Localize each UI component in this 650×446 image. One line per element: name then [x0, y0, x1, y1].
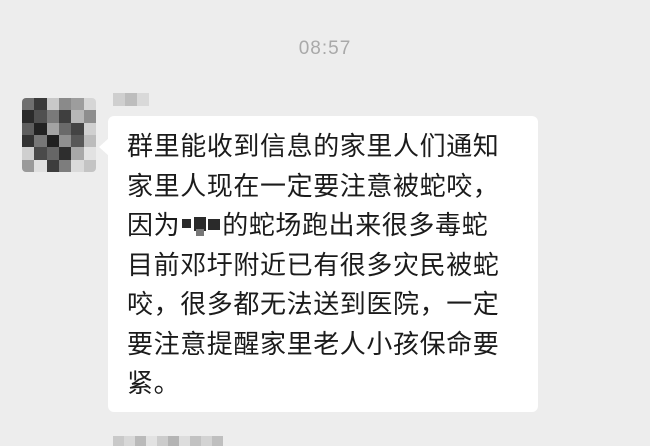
- redacted-place-name: [180, 215, 222, 237]
- next-message-sender-blurred: [113, 436, 223, 446]
- message-line-3: 因为 的蛇场跑出来很多毒蛇: [127, 207, 528, 247]
- message-line-1: 群里能收到信息的家里人们通知: [127, 132, 500, 162]
- sender-name-blurred: [113, 93, 149, 106]
- chat-timestamp: 08:57: [298, 38, 352, 59]
- sender-avatar-blurred[interactable]: [22, 98, 96, 172]
- message-line-4: 目前邓圩附近已有很多灾民被蛇: [127, 250, 500, 281]
- message-line-6: 要注意提醒家里老人小孩保命要: [127, 329, 500, 360]
- bubble-arrow: [99, 138, 109, 156]
- message-line-3-end: 的蛇场跑出来很多毒蛇: [222, 211, 489, 241]
- message-line-3-start: 因为: [127, 211, 181, 241]
- message-line-2: 家里人现在一定要注意被蛇咬，: [127, 171, 500, 202]
- message-line-7: 紧。: [127, 369, 181, 399]
- message-line-5: 咬，很多都无法送到医院，一定: [127, 290, 500, 320]
- message-bubble[interactable]: 群里能收到信息的家里人们通知 家里人现在一定要注意被蛇咬， 因为 的蛇场跑出来很多…: [99, 116, 538, 412]
